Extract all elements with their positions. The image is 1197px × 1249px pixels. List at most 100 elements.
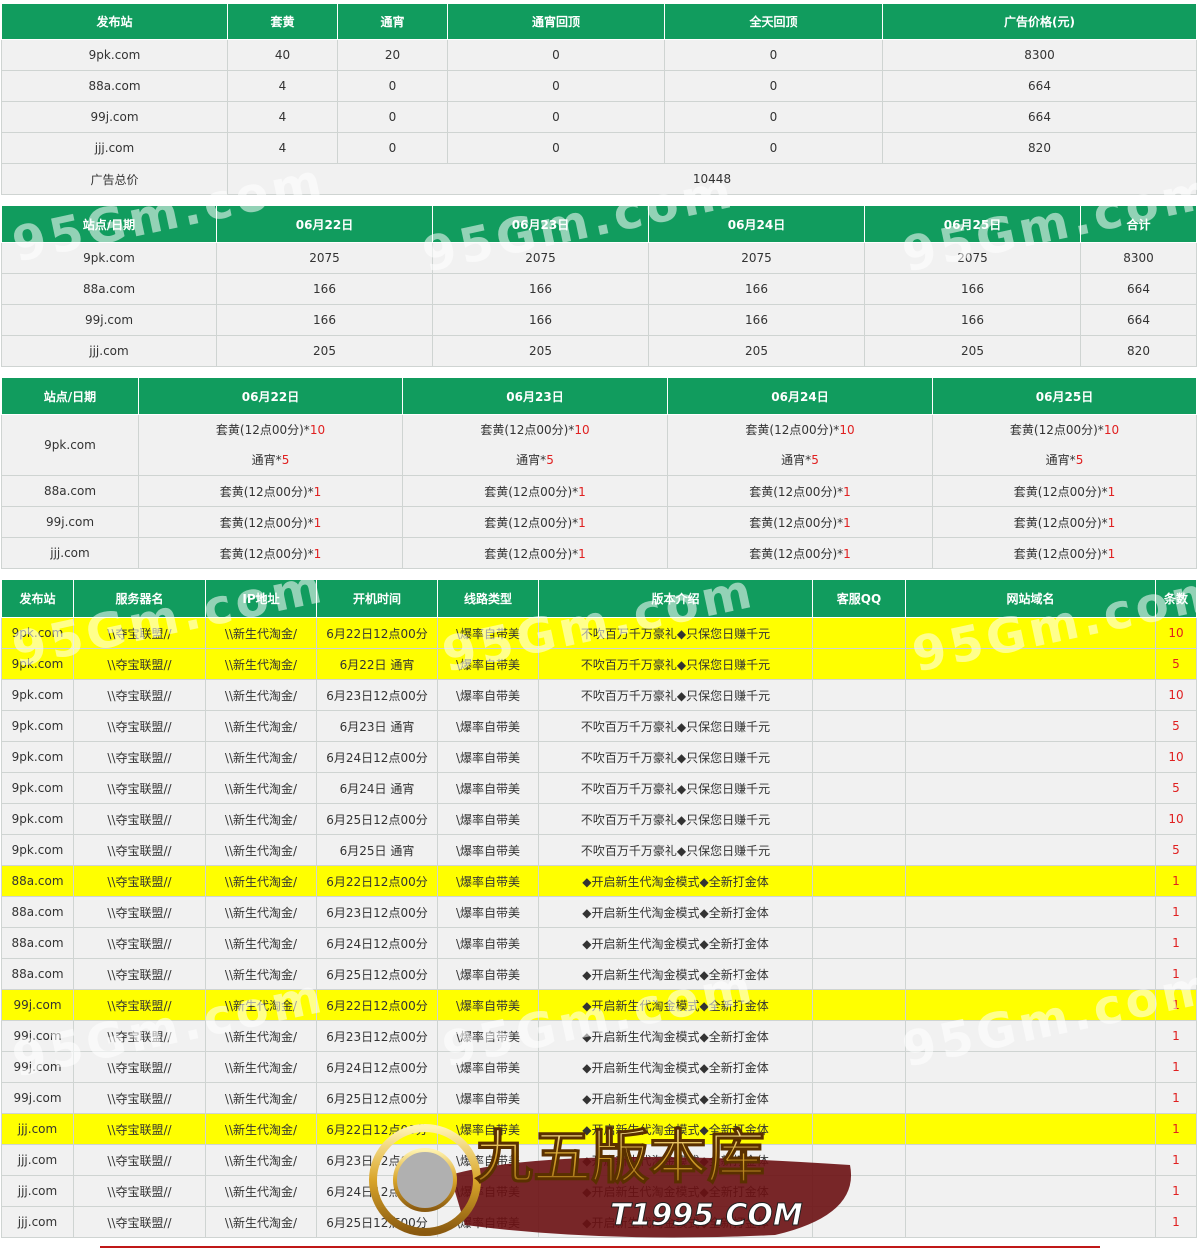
table-cell: 40 [227,39,338,71]
table-cell: 0 [337,132,448,164]
qq-cell [812,648,906,680]
header-cell: 套黄 [227,3,338,40]
ip-cell: \\新生代淘金/ [205,648,317,680]
slot-qty: 1 [578,515,586,530]
ip-cell: \\新生代淘金/ [205,896,317,928]
slot-qty: 1 [1107,515,1116,530]
line-type-cell: \爆率自带美 [437,989,539,1021]
version-intro-cell: 不吹百万千万豪礼◆只保您日赚千元 [538,741,813,773]
site-cell: 88a.com [1,927,74,959]
table-row: jjj.com 205 205 205 205 820 [1,335,1197,367]
open-time-cell: 6月24日12点00分 [316,1175,438,1207]
slot-qty: 5 [811,453,819,467]
slot-line: 套黄(12点00分)*10 [140,416,402,446]
version-intro-cell: 不吹百万千万豪礼◆只保您日赚千元 [538,710,813,742]
slot-cell: 套黄(12点00分)*10 通宵*5 [667,414,933,476]
line-type-cell: \爆率自带美 [437,1020,539,1052]
ad-summary-table: 发布站 套黄 通宵 通宵回顶 全天回顶 广告价格(元) 9pk.com 40 20 0… [1,3,1197,195]
version-intro-cell: ◆开启新生代淘金模式◆全新打金体 [538,1082,813,1114]
table-cell: 664 [1080,273,1197,305]
line-type-cell: \爆率自带美 [437,617,539,649]
server-name-cell: \\夺宝联盟// [73,1175,206,1207]
daily-price-header-row: 站点/日期 06月22日 06月23日 06月24日 06月25日 合计 [1,205,1197,243]
domain-cell [905,927,1156,959]
server-name-cell: \\夺宝联盟// [73,896,206,928]
site-cell: 9pk.com [1,617,74,649]
server-name-cell: \\夺宝联盟// [73,679,206,711]
site-cell: 88a.com [1,896,74,928]
open-time-cell: 6月25日12点00分 [316,1206,438,1238]
version-intro-cell: 不吹百万千万豪礼◆只保您日赚千元 [538,834,813,866]
table-cell: 20 [337,39,448,71]
table-cell: 166 [864,304,1081,336]
slot-cell: 套黄(12点00分)*10 通宵*5 [402,414,668,476]
qq-cell [812,1206,906,1238]
slot-text: 套黄(12点00分)* [219,546,314,561]
header-cell: 网站域名 [905,579,1156,618]
line-type-cell: \爆率自带美 [437,958,539,990]
site-cell: 9pk.com [1,803,74,835]
ip-cell: \\新生代淘金/ [205,927,317,959]
domain-cell [905,741,1156,773]
site-cell: 9pk.com [1,414,139,476]
header-cell: 06月23日 [432,205,649,243]
slot-text: 套黄(12点00分)* [1013,484,1108,499]
site-cell: 9pk.com [1,679,74,711]
server-name-cell: \\夺宝联盟// [73,834,206,866]
qq-cell [812,1082,906,1114]
daily-slot-table: 站点/日期 06月22日 06月23日 06月24日 06月25日 9pk.co… [1,377,1197,569]
table-row: 9pk.com \\夺宝联盟//\\新生代淘金/6月25日12点00分 \爆率自带美… [1,803,1197,835]
table-row: 88a.com \\夺宝联盟//\\新生代淘金/6月23日12点00分 \爆率自带美… [1,896,1197,928]
count-cell: 10 [1155,679,1197,711]
server-name-cell: \\夺宝联盟// [73,741,206,773]
table-row: 9pk.com \\夺宝联盟//\\新生代淘金/6月25日 通宵 \爆率自带美 不吹百… [1,834,1197,866]
qq-cell [812,741,906,773]
table-row: jjj.com 4 0 0 0 820 [1,132,1197,164]
domain-cell [905,865,1156,897]
slot-text: 通宵* [781,453,812,467]
table-cell: 820 [882,132,1197,164]
slot-cell: 套黄(12点00分)*1 [402,475,668,507]
qq-cell [812,834,906,866]
site-cell: 88a.com [1,958,74,990]
server-name-cell: \\夺宝联盟// [73,772,206,804]
qq-cell [812,803,906,835]
slot-qty: 10 [309,423,326,437]
table-cell: 205 [216,335,433,367]
table-cell: 88a.com [1,70,228,102]
table-cell: 166 [432,273,649,305]
domain-cell [905,617,1156,649]
ip-cell: \\新生代淘金/ [205,1113,317,1145]
header-cell: 条数 [1155,579,1197,618]
table-row: 99j.com 套黄(12点00分)*1 套黄(12点00分)*1 套黄(12点00分… [1,506,1197,538]
slot-qty: 1 [578,546,586,561]
server-name-cell: \\夺宝联盟// [73,1020,206,1052]
open-time-cell: 6月24日12点00分 [316,1051,438,1083]
line-type-cell: \爆率自带美 [437,741,539,773]
line-type-cell: \爆率自带美 [437,865,539,897]
table-row: 9pk.com \\夺宝联盟//\\新生代淘金/6月23日12点00分 \爆率自带美… [1,679,1197,711]
slot-text: 套黄(12点00分)* [749,546,844,561]
table-row: 9pk.com \\夺宝联盟//\\新生代淘金/6月22日12点00分 \爆率自带美… [1,617,1197,649]
slot-qty: 1 [1107,546,1116,561]
ip-cell: \\新生代淘金/ [205,958,317,990]
table-row: 99j.com \\夺宝联盟//\\新生代淘金/6月22日12点00分 \爆率自带美… [1,989,1197,1021]
table-row: jjj.com \\夺宝联盟//\\新生代淘金/6月22日12点00分 \爆率自带美… [1,1113,1197,1145]
slot-cell: 套黄(12点00分)*1 [932,537,1197,569]
server-list-header-row: 发布站 服务器名 IP地址 开机时间 线路类型 版本介绍 客服QQ 网站域名 条… [1,579,1197,618]
slot-text: 套黄(12点00分)* [484,515,579,530]
line-type-cell: \爆率自带美 [437,1113,539,1145]
header-cell: 06月25日 [864,205,1081,243]
slot-cell: 套黄(12点00分)*1 [138,506,403,538]
table-row: jjj.com 套黄(12点00分)*1 套黄(12点00分)*1 套黄(12点00分… [1,537,1197,569]
site-cell: 9pk.com [1,834,74,866]
site-cell: jjj.com [1,1113,74,1145]
table-cell: 166 [864,273,1081,305]
qq-cell [812,679,906,711]
slot-text: 套黄(12点00分)* [215,423,310,437]
table-cell: 166 [648,273,865,305]
site-cell: 9pk.com [1,772,74,804]
qq-cell [812,1051,906,1083]
domain-cell [905,648,1156,680]
domain-cell [905,1175,1156,1207]
